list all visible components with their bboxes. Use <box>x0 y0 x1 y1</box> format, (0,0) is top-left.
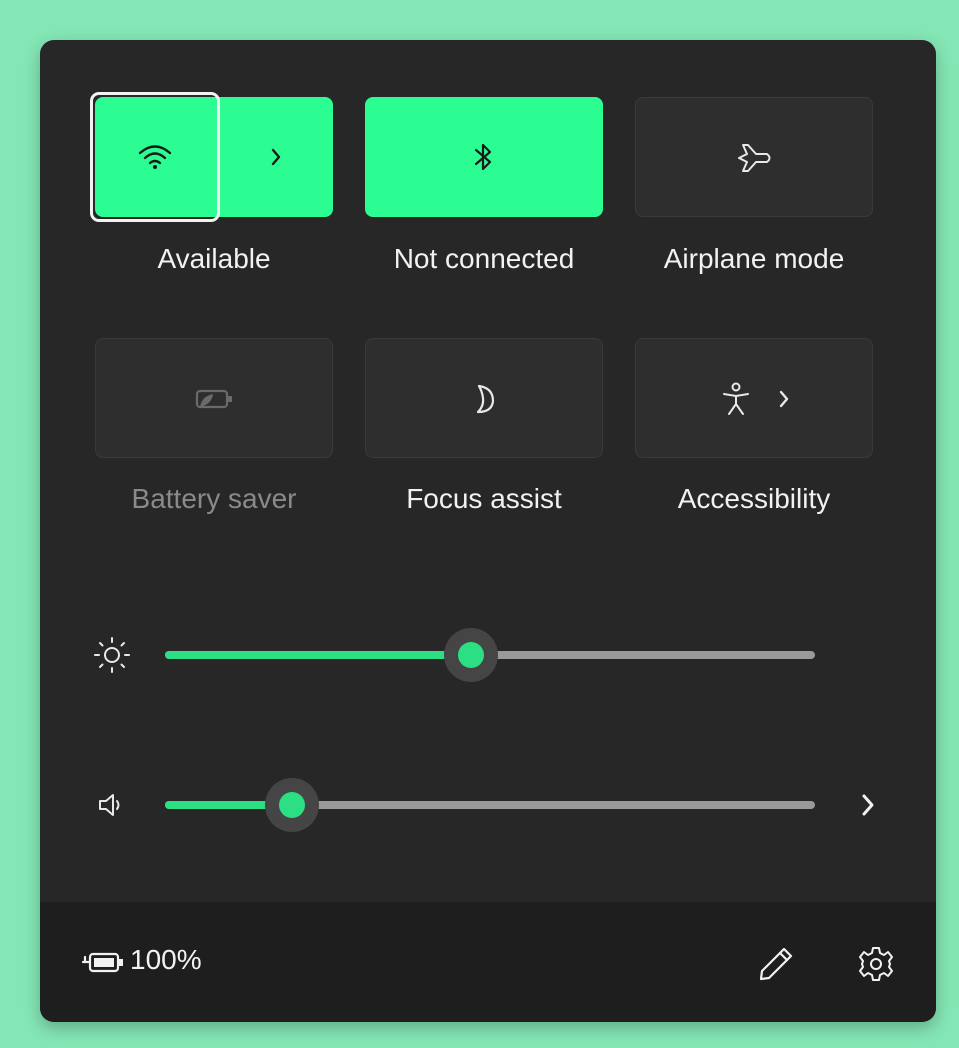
wifi-label: Available <box>157 243 271 274</box>
volume-output-button[interactable] <box>848 785 888 825</box>
battery-saver-icon <box>96 339 334 459</box>
focus-assist-label: Focus assist <box>406 483 562 514</box>
airplane-mode-label: Airplane mode <box>663 243 845 274</box>
chevron-right-icon <box>271 148 281 166</box>
airplane-mode-toggle[interactable] <box>635 97 873 217</box>
battery-percentage: 100% <box>130 944 202 975</box>
focus-assist-toggle[interactable] <box>365 338 603 458</box>
volume-slider[interactable] <box>165 801 815 809</box>
bluetooth-icon <box>365 97 603 217</box>
accessibility-toggle[interactable] <box>635 338 873 458</box>
quick-settings-footer: 100% <box>40 902 936 1022</box>
bluetooth-toggle[interactable] <box>365 97 603 217</box>
battery-saver-label: Battery saver <box>131 483 297 514</box>
wifi-toggle[interactable] <box>95 97 333 217</box>
chevron-right-icon <box>779 390 789 408</box>
battery-saver-toggle[interactable] <box>95 338 333 458</box>
brightness-slider-thumb[interactable] <box>443 628 498 682</box>
brightness-slider-fill <box>165 651 471 659</box>
airplane-icon <box>636 98 874 218</box>
settings-button[interactable] <box>852 940 900 988</box>
pencil-icon <box>759 947 793 981</box>
wifi-expand-button[interactable] <box>219 97 333 217</box>
bluetooth-label: Not connected <box>393 243 575 274</box>
edit-quick-settings-button[interactable] <box>752 940 800 988</box>
gear-icon <box>859 947 893 981</box>
battery-status-button[interactable] <box>78 942 128 982</box>
quick-settings-panel: Available Not connected Airplane mode Ba… <box>40 40 936 1022</box>
accessibility-label: Accessibility <box>677 483 831 514</box>
moon-icon <box>366 339 604 459</box>
sun-icon <box>90 633 134 677</box>
accessibility-expand-button[interactable] <box>764 379 804 419</box>
speaker-icon <box>90 783 134 827</box>
accessibility-icon <box>716 379 756 419</box>
volume-slider-thumb[interactable] <box>264 778 319 832</box>
chevron-right-icon <box>862 794 874 816</box>
battery-charging-icon <box>81 952 123 973</box>
wifi-icon <box>133 137 177 177</box>
